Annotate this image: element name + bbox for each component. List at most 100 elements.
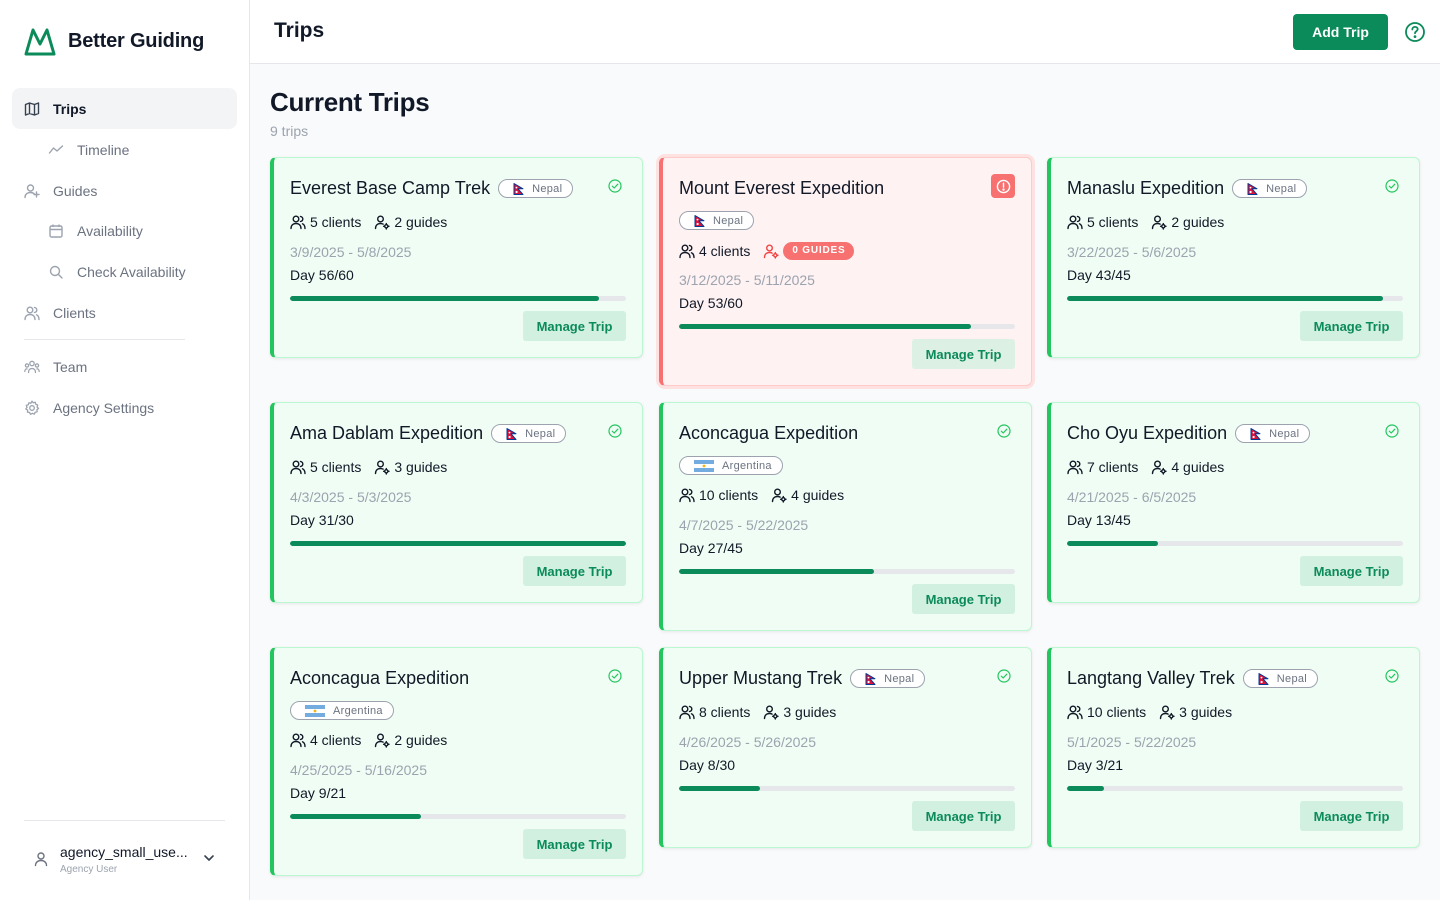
- clients-count: 4 clients: [310, 732, 362, 748]
- zero-guides-badge: 0 GUIDES: [783, 242, 855, 260]
- trip-card[interactable]: Upper Mustang Trek Nepal 8 clients 3 guides…: [659, 647, 1032, 848]
- calendar-icon: [49, 224, 63, 238]
- country-label: Nepal: [1266, 182, 1297, 195]
- add-trip-button[interactable]: Add Trip: [1293, 14, 1388, 50]
- trip-card[interactable]: Langtang Valley Trek Nepal 10 clients 3 gui…: [1047, 647, 1420, 848]
- trip-title: Aconcagua Expedition: [290, 668, 470, 688]
- trip-card-header: Upper Mustang Trek Nepal: [679, 668, 926, 689]
- chevron-down-icon[interactable]: [202, 851, 216, 865]
- check-circle-icon: [608, 424, 622, 438]
- trip-progress-fill: [679, 569, 874, 574]
- guides-stat: 2 guides: [374, 214, 447, 230]
- nepal-flag-icon: [506, 427, 517, 440]
- trip-progress-fill: [1067, 786, 1104, 791]
- manage-trip-button[interactable]: Manage Trip: [523, 311, 626, 341]
- manage-trip-button[interactable]: Manage Trip: [1300, 801, 1403, 831]
- country-label: Argentina: [333, 704, 383, 717]
- sidebar-item-clients[interactable]: Clients: [12, 292, 237, 333]
- sidebar-item-availability[interactable]: Availability: [12, 210, 237, 251]
- gear-icon: [25, 400, 40, 415]
- section-title: Current Trips: [270, 87, 430, 117]
- guide-icon: [771, 488, 787, 503]
- trip-stats: 4 clients 0 GUIDES: [679, 242, 855, 260]
- trip-progress-fill: [290, 541, 626, 546]
- team-icon: [24, 360, 40, 373]
- trip-dates: 3/9/2025 - 5/8/2025: [290, 244, 412, 260]
- trip-day: Day 43/45: [1067, 267, 1131, 283]
- country-label: Nepal: [1269, 427, 1300, 440]
- trip-dates: 3/12/2025 - 5/11/2025: [679, 272, 815, 288]
- manage-trip-button[interactable]: Manage Trip: [523, 556, 626, 586]
- country-label: Nepal: [1276, 672, 1308, 685]
- users-icon: [1067, 460, 1083, 475]
- trip-progress-bar: [290, 814, 626, 819]
- manage-trip-button[interactable]: Manage Trip: [1300, 311, 1403, 341]
- trip-card[interactable]: Aconcagua Expedition Argentina 10 clients 4…: [659, 402, 1032, 631]
- trip-progress-bar: [679, 324, 1015, 329]
- trip-progress-bar: [290, 296, 626, 301]
- clients-count: 4 clients: [699, 243, 751, 259]
- country-badge: Nepal: [498, 179, 574, 198]
- help-icon[interactable]: [1404, 21, 1426, 43]
- sidebar-item-trips[interactable]: Trips: [12, 88, 237, 129]
- nepal-flag-icon: [865, 672, 876, 685]
- trip-card[interactable]: Everest Base Camp Trek Nepal 5 clients 2 gu…: [270, 157, 643, 358]
- sidebar-item-timeline[interactable]: Timeline: [12, 129, 237, 170]
- manage-trip-button[interactable]: Manage Trip: [523, 829, 626, 859]
- user-role: Agency User: [60, 864, 118, 875]
- brand[interactable]: Better Guiding: [24, 26, 204, 56]
- guide-icon: [375, 733, 391, 748]
- manage-trip-button[interactable]: Manage Trip: [912, 801, 1015, 831]
- check-circle-icon: [997, 669, 1011, 683]
- nepal-flag-icon: [1258, 672, 1269, 685]
- trip-dates: 4/26/2025 - 5/26/2025: [679, 734, 817, 750]
- guide-icon: [764, 705, 780, 720]
- country-label: Nepal: [532, 182, 563, 195]
- sidebar-item-guides[interactable]: Guides: [12, 170, 237, 211]
- guides-stat: 4 guides: [1151, 459, 1224, 475]
- trip-stats: 7 clients 4 guides: [1067, 459, 1224, 475]
- trip-card[interactable]: Cho Oyu Expedition Nepal 7 clients 4 guides…: [1047, 402, 1420, 603]
- alert-circle-icon: [996, 179, 1010, 193]
- trip-title: Upper Mustang Trek: [679, 668, 843, 688]
- country-badge: Argentina: [679, 456, 783, 475]
- guides-stat: 3 guides: [1159, 704, 1232, 720]
- check-circle-icon: [1385, 179, 1399, 193]
- user-menu[interactable]: agency_small_use... Agency User: [24, 820, 225, 900]
- users-icon: [679, 705, 695, 720]
- manage-trip-button[interactable]: Manage Trip: [912, 339, 1015, 369]
- trip-card[interactable]: Aconcagua Expedition Argentina 4 clients 2 …: [270, 647, 643, 876]
- user-icon: [34, 852, 48, 867]
- users-icon: [1067, 215, 1083, 230]
- manage-trip-button[interactable]: Manage Trip: [912, 584, 1015, 614]
- alert-status[interactable]: [991, 174, 1015, 198]
- trip-card[interactable]: Manaslu Expedition Nepal 5 clients 2 guides…: [1047, 157, 1420, 358]
- trip-card-header: Aconcagua Expedition: [679, 423, 858, 444]
- guides-count: 3 guides: [394, 459, 448, 475]
- check-circle-icon: [608, 669, 622, 683]
- trip-stats: 10 clients 3 guides: [1067, 704, 1232, 720]
- sidebar-item-label: Agency Settings: [53, 399, 155, 416]
- trip-day: Day 27/45: [679, 540, 743, 556]
- trip-card-header: Langtang Valley Trek Nepal: [1067, 668, 1319, 689]
- sidebar-item-agency-settings[interactable]: Agency Settings: [12, 387, 237, 428]
- guides-stat: 2 guides: [374, 732, 447, 748]
- sidebar-item-check-availability[interactable]: Check Availability: [12, 251, 237, 292]
- mountain-logo-icon: [24, 28, 56, 56]
- trip-stats: 10 clients 4 guides: [679, 487, 844, 503]
- trip-card[interactable]: Mount Everest Expedition Nepal 4 clients 0 …: [659, 157, 1032, 386]
- guides-count: 2 guides: [394, 214, 448, 230]
- clients-stat: 4 clients: [290, 732, 361, 748]
- nepal-flag-icon: [513, 182, 524, 195]
- sidebar-item-team[interactable]: Team: [12, 346, 237, 387]
- brand-name: Better Guiding: [68, 29, 205, 52]
- trip-progress-fill: [290, 296, 600, 301]
- check-circle-icon: [997, 424, 1011, 438]
- manage-trip-button[interactable]: Manage Trip: [1300, 556, 1403, 586]
- trip-day: Day 8/30: [679, 757, 736, 773]
- sidebar-item-label: Guides: [53, 182, 98, 199]
- trip-card[interactable]: Ama Dablam Expedition Nepal 5 clients 3 gui…: [270, 402, 643, 603]
- guides-stat: 4 guides: [771, 487, 844, 503]
- trip-progress-fill: [679, 786, 760, 791]
- country-label: Nepal: [884, 672, 915, 685]
